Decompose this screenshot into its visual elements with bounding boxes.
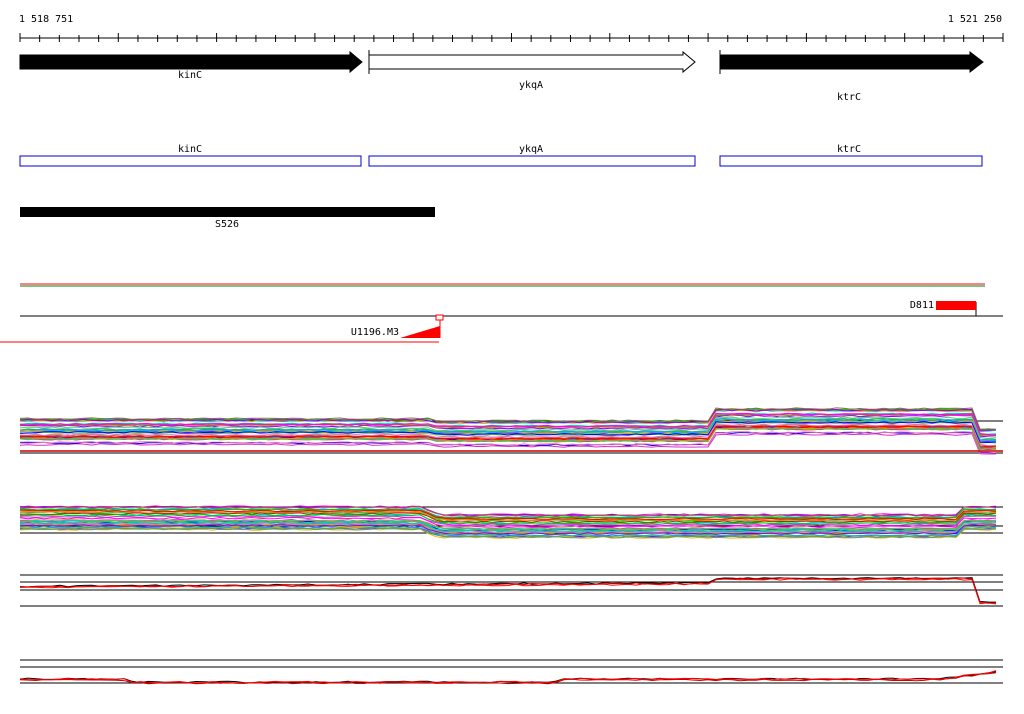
ruler-end-label: 1 521 250 bbox=[947, 14, 1002, 25]
gene-label-ykqa: ykqA bbox=[518, 80, 544, 91]
gene-track bbox=[19, 50, 984, 74]
feature-ramp-u1196[interactable] bbox=[400, 326, 440, 338]
feature-label-d811: D811 bbox=[909, 300, 934, 311]
feature-block-d811[interactable] bbox=[936, 301, 976, 310]
ruler-start-label: 1 518 751 bbox=[19, 14, 74, 25]
annotation-track bbox=[19, 155, 983, 167]
gene-label-ktrc: ktrC bbox=[836, 92, 862, 103]
expression-profiles-track-3 bbox=[19, 574, 1003, 607]
segment-bar-s526[interactable] bbox=[20, 207, 435, 217]
feature-marker-u1196[interactable] bbox=[435, 314, 444, 321]
genome-track-canvas bbox=[0, 33, 1004, 685]
expression-line bbox=[19, 670, 997, 684]
gene-arrow-ykqa[interactable] bbox=[368, 50, 696, 74]
position-ruler bbox=[19, 33, 1004, 42]
expression-profiles-track-2 bbox=[19, 505, 1003, 539]
genome-browser-view: 1 518 751 1 521 250 kinC ykqA ktrC kinC … bbox=[0, 0, 1024, 714]
annotation-box-ykqa[interactable] bbox=[368, 155, 696, 167]
gene-arrow-ktrc[interactable] bbox=[719, 50, 984, 74]
gene-arrow-kinc[interactable] bbox=[19, 50, 363, 74]
feature-track bbox=[0, 283, 1003, 343]
annotation-label-ktrc: ktrC bbox=[836, 144, 862, 155]
expression-profiles-track-1 bbox=[19, 407, 1003, 455]
feature-label-u1196: U1196.M3 bbox=[350, 327, 399, 338]
annotation-box-ktrc[interactable] bbox=[719, 155, 983, 167]
annotation-label-kinc: kinC bbox=[177, 144, 203, 155]
segment-label-s526: S526 bbox=[214, 219, 240, 230]
annotation-box-kinc[interactable] bbox=[19, 155, 362, 167]
gene-label-kinc: kinC bbox=[177, 70, 203, 81]
annotation-label-ykqa: ykqA bbox=[518, 144, 544, 155]
expression-profiles-track-4 bbox=[19, 659, 1003, 685]
